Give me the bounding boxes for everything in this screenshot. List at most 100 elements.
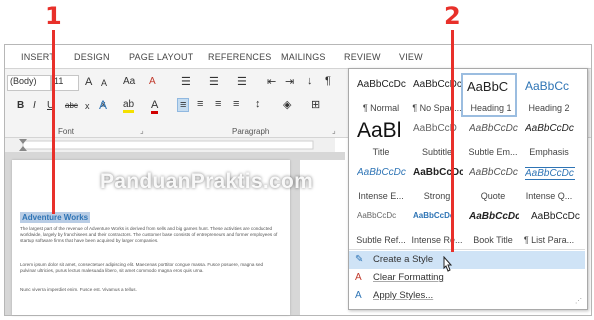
numbering-icon[interactable]: ☰ [209, 75, 219, 88]
style-subtle-emphasis[interactable]: AaBbCcDc Subtle Em... [465, 119, 519, 161]
style-label: Intense E... [358, 191, 404, 201]
style-no-spacing[interactable]: AaBbCcDc ¶ No Spac... [409, 75, 463, 117]
increase-indent-icon[interactable]: ⇥ [285, 75, 294, 88]
style-preview: AaBbCcDc [469, 167, 518, 178]
mouse-cursor-icon [443, 256, 453, 272]
menu-separator [349, 249, 585, 250]
style-title[interactable]: AaBl Title [353, 119, 407, 161]
paragraph-dialog-launcher-icon[interactable]: ⌟ [332, 126, 336, 135]
strikethrough-button[interactable]: abc [65, 101, 78, 110]
style-label: Heading 1 [470, 103, 512, 113]
shrink-font-icon[interactable]: A [101, 78, 107, 88]
line-spacing-icon[interactable]: ↕ [255, 98, 261, 110]
style-preview: AaBbCcDc [531, 211, 580, 222]
document-paragraph-3[interactable]: Nunc viverra imperdiet enim. Fusce est. … [20, 287, 278, 293]
style-label: Heading 2 [528, 103, 570, 113]
bullets-icon[interactable]: ☰ [181, 75, 191, 88]
subscript-button[interactable]: x [85, 101, 90, 111]
shading-icon[interactable]: ◈ [283, 98, 291, 111]
create-style-icon: ✎ [355, 254, 364, 265]
style-preview: AaBbCcDc [525, 167, 575, 180]
style-heading-2[interactable]: AaBbCc Heading 2 [521, 75, 575, 117]
font-name-box[interactable]: (Body) [7, 75, 51, 91]
align-right-icon[interactable]: ≡ [215, 98, 221, 110]
document-paragraph-2[interactable]: Lorem ipsum dolor sit amet, consectetuer… [20, 262, 278, 274]
style-heading-1[interactable]: AaBbC Heading 1 [461, 73, 517, 117]
multilevel-list-icon[interactable]: ☰ [237, 75, 247, 88]
grow-font-icon[interactable]: A [85, 76, 92, 88]
styles-gallery-dropdown: AaBbCcDc ¶ Normal AaBbCcDc ¶ No Spac... … [348, 68, 588, 310]
clear-formatting-label: Clear Formatting [373, 272, 444, 283]
style-book-title[interactable]: AaBbCcDc Book Title [465, 207, 519, 249]
style-label: Subtitle [421, 147, 453, 157]
style-label: Title [372, 147, 390, 157]
ribbon-tab-bar: INSERT DESIGN PAGE LAYOUT REFERENCES MAI… [5, 48, 591, 69]
create-style-item[interactable]: ✎ Create a Style [349, 251, 585, 269]
callout-number-1: 1 [45, 2, 62, 30]
clear-formatting-item[interactable]: A Clear Formatting [349, 269, 585, 287]
style-preview: AaBbCcDc [413, 167, 463, 178]
font-size-box[interactable]: 11 [51, 75, 79, 91]
apply-styles-icon: A [355, 290, 362, 301]
tab-view[interactable]: VIEW [399, 52, 423, 62]
style-preview: AaBbCcDc [469, 123, 518, 134]
resize-grip-icon[interactable]: ⋰ [575, 297, 582, 305]
tab-review[interactable]: REVIEW [344, 52, 381, 62]
style-label: ¶ Normal [362, 103, 400, 113]
font-color-icon[interactable]: A [151, 99, 159, 114]
style-preview: AaBbCcDc [357, 79, 406, 90]
clear-formatting-icon: A [355, 272, 362, 283]
style-subtle-reference[interactable]: AaBbCcDc Subtle Ref... [353, 207, 407, 249]
style-preview: AaBbC [467, 79, 509, 94]
callout-line-1 [52, 30, 55, 214]
style-label: Intense Re... [411, 235, 463, 245]
style-emphasis[interactable]: AaBbCcDc Emphasis [521, 119, 575, 161]
borders-icon[interactable]: ⊞ [311, 98, 320, 111]
justify-icon[interactable]: ≡ [233, 98, 239, 110]
clear-format-icon[interactable]: A [149, 76, 156, 87]
font-group-label: Font [58, 127, 75, 136]
tab-insert[interactable]: INSERT [21, 52, 55, 62]
callout-number-2: 2 [444, 2, 461, 30]
italic-button[interactable]: I [33, 100, 36, 111]
style-list-paragraph[interactable]: AaBbCcDc ¶ List Para... [521, 207, 580, 249]
style-normal[interactable]: AaBbCcDc ¶ Normal [353, 75, 407, 117]
sort-icon[interactable]: ↓ [307, 75, 313, 87]
style-intense-quote[interactable]: AaBbCcDc Intense Q... [521, 163, 575, 205]
decrease-indent-icon[interactable]: ⇤ [267, 75, 276, 88]
callout-line-2 [451, 30, 454, 252]
highlight-icon[interactable]: ab [123, 99, 135, 113]
apply-styles-label: Apply Styles... [373, 290, 434, 301]
style-preview: AaBbCcDc [413, 211, 455, 220]
style-label: Intense Q... [525, 191, 573, 201]
style-preview: AaBbCcDc [357, 167, 406, 178]
bold-button[interactable]: B [17, 100, 24, 111]
create-style-label: Create a Style [373, 254, 434, 265]
style-preview: AaBl [357, 119, 402, 142]
tab-design[interactable]: DESIGN [74, 52, 110, 62]
tab-references[interactable]: REFERENCES [208, 52, 272, 62]
font-dialog-launcher-icon[interactable]: ⌟ [140, 126, 144, 135]
change-case-icon[interactable]: Aa [123, 76, 135, 87]
style-preview: AaBbCcD [413, 123, 457, 134]
style-label: Quote [480, 191, 506, 201]
tab-mailings[interactable]: MAILINGS [281, 52, 326, 62]
style-intense-reference[interactable]: AaBbCcDc Intense Re... [409, 207, 463, 249]
style-subtitle[interactable]: AaBbCcD Subtitle [409, 119, 463, 161]
align-left-icon[interactable]: ≡ [177, 98, 190, 112]
style-label: ¶ List Para... [523, 235, 575, 245]
style-intense-emphasis[interactable]: AaBbCcDc Intense E... [353, 163, 407, 205]
show-formatting-icon[interactable]: ¶ [325, 75, 331, 87]
align-center-icon[interactable]: ≡ [197, 98, 203, 110]
style-label: Emphasis [529, 147, 569, 157]
style-preview: AaBbCcDc [413, 79, 462, 90]
apply-styles-item[interactable]: A Apply Styles... [349, 287, 585, 305]
document-heading[interactable]: Adventure Works [20, 212, 91, 223]
tab-page-layout[interactable]: PAGE LAYOUT [129, 52, 193, 62]
text-effects-icon[interactable]: A [99, 98, 107, 112]
document-paragraph-1[interactable]: The largest part of the revenue of Adven… [20, 226, 278, 244]
style-strong[interactable]: AaBbCcDc Strong [409, 163, 463, 205]
style-preview: AaBbCcDc [357, 211, 397, 220]
style-label: Book Title [473, 235, 513, 245]
style-quote[interactable]: AaBbCcDc Quote [465, 163, 519, 205]
